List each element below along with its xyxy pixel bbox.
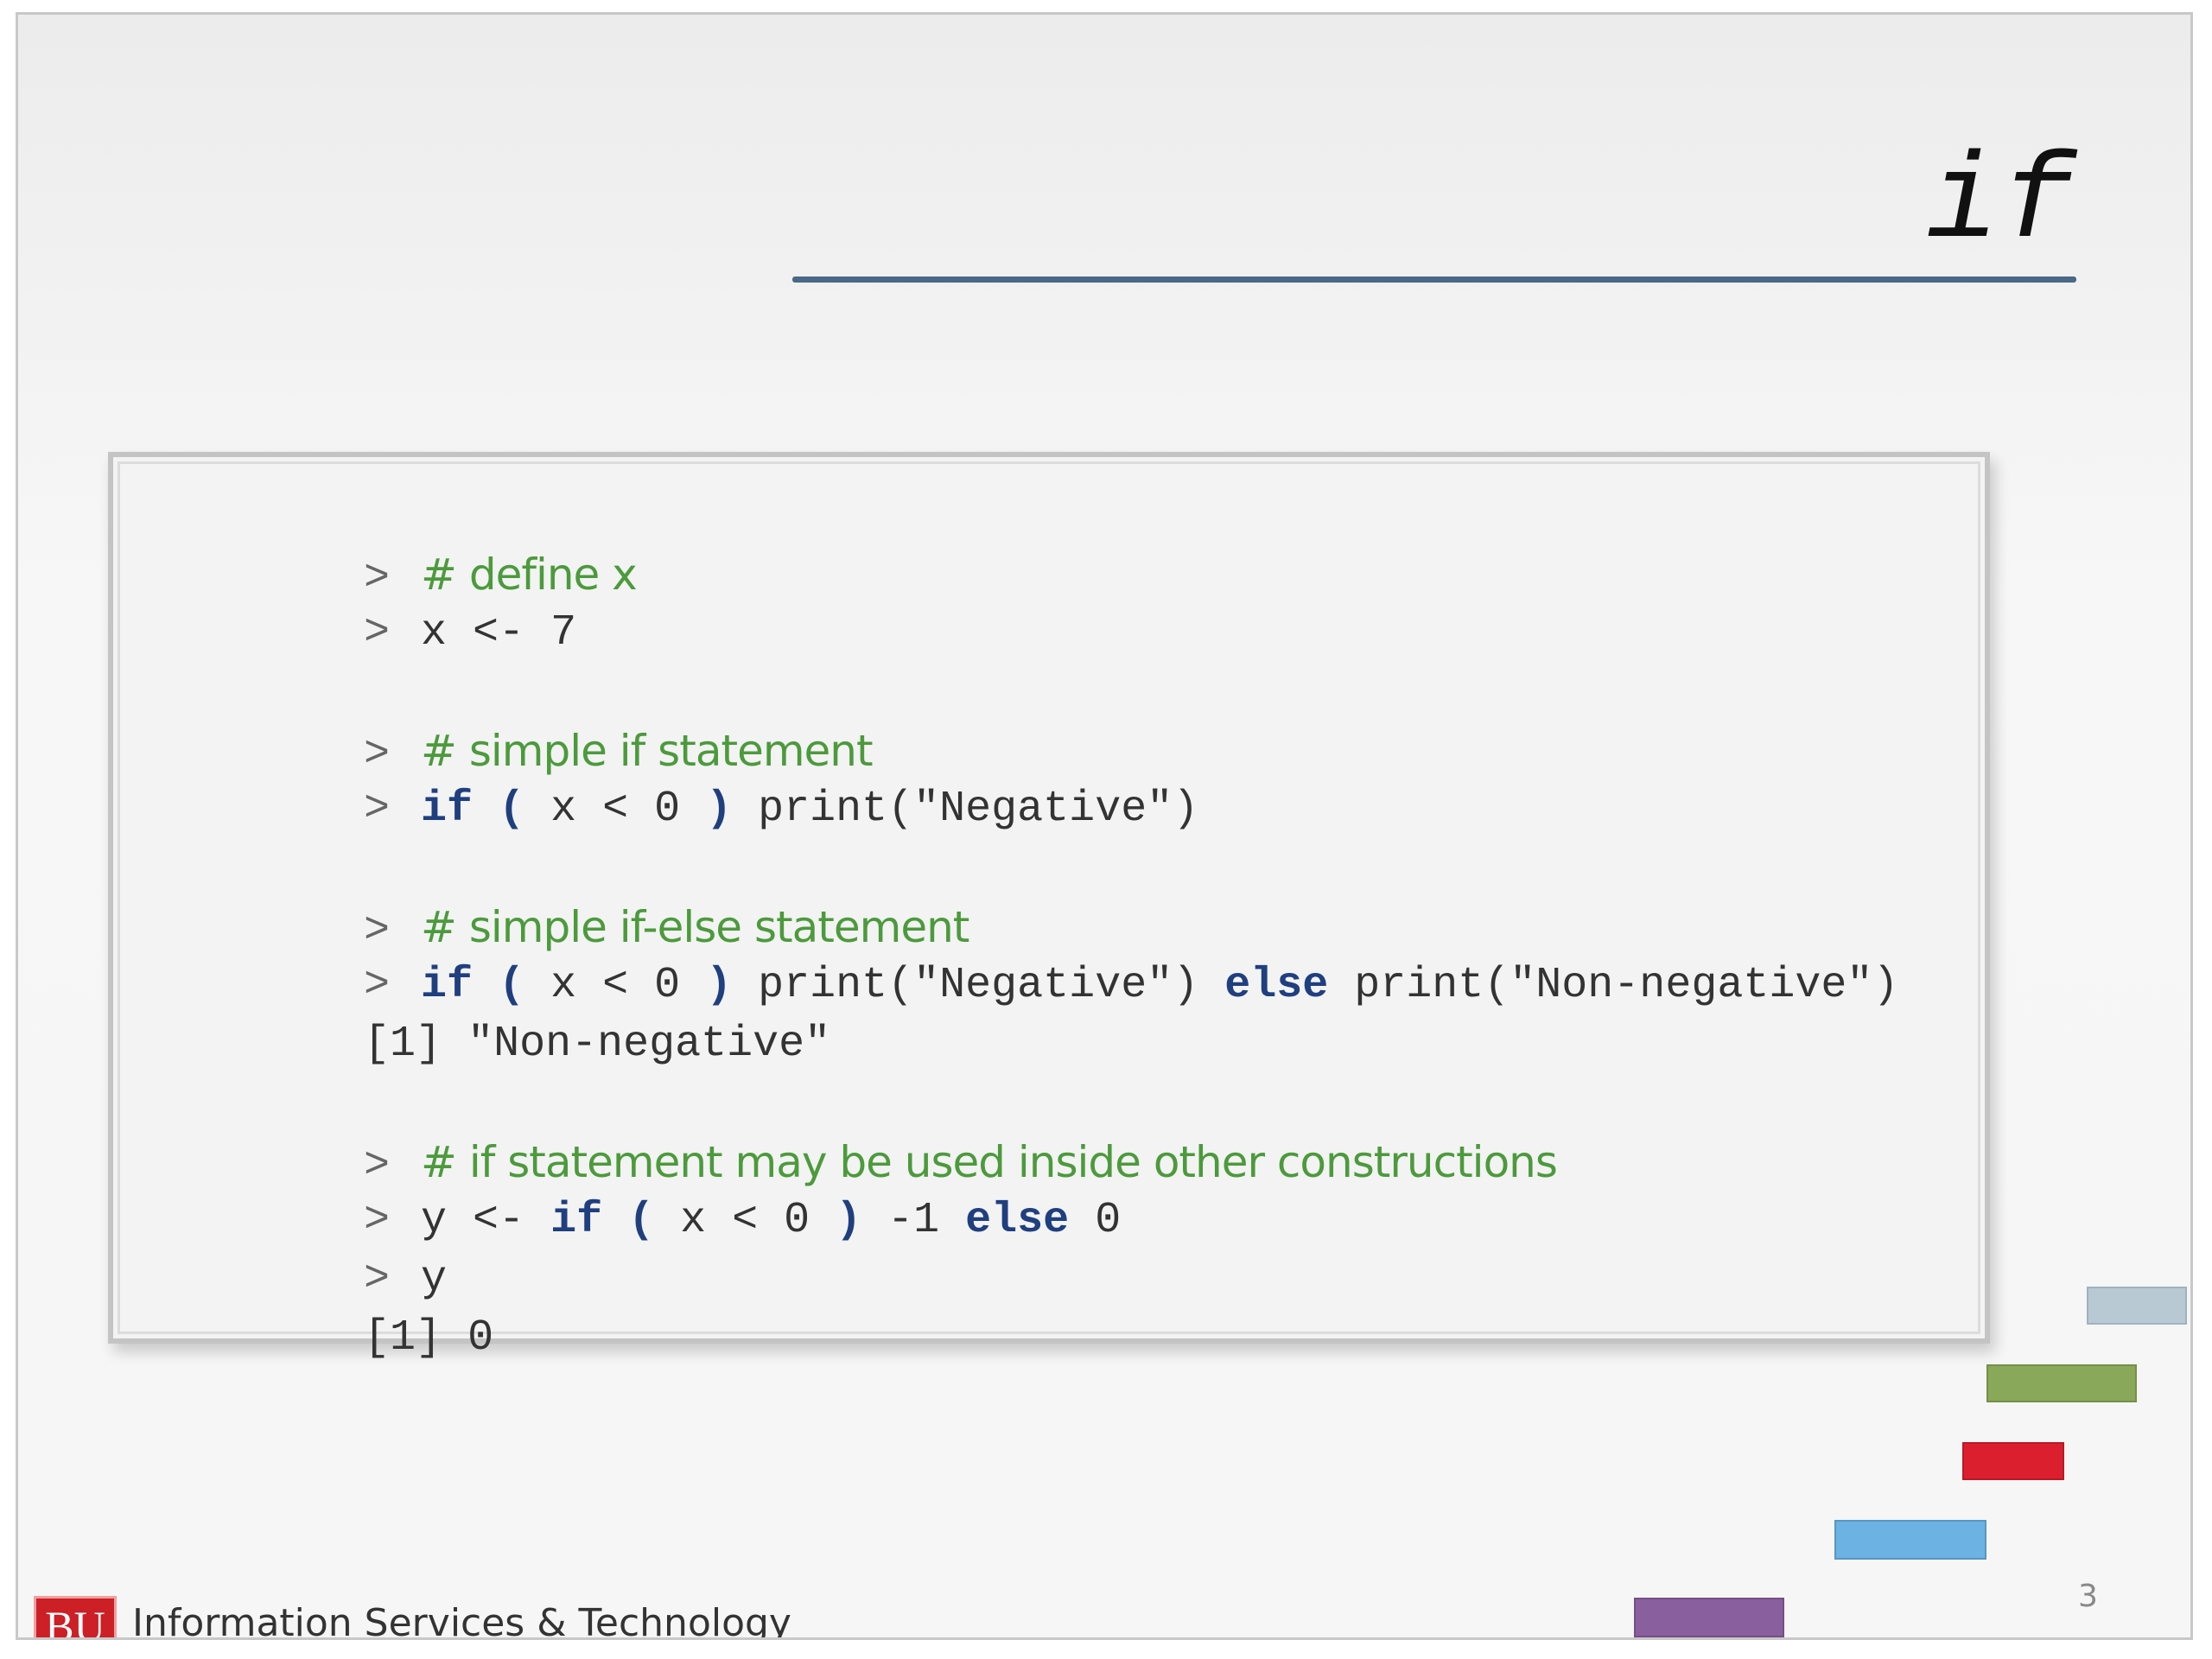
code-block: > # define x > x <- 7 > # simple if stateme… <box>108 452 1990 1363</box>
keyword-else: else <box>965 1196 1070 1245</box>
keyword-if: if <box>421 785 474 834</box>
decor-bar-gray-blue <box>2087 1287 2187 1325</box>
code-comment: # simple if-else statement <box>421 902 969 952</box>
code-comment: # simple if statement <box>421 726 874 776</box>
decor-bar-light-blue <box>1834 1520 1986 1560</box>
prompt-symbol: > <box>364 961 391 1010</box>
keyword-if: if <box>550 1196 603 1245</box>
bu-logo: BU <box>34 1596 117 1637</box>
title-underline <box>792 276 2076 283</box>
code-comment: # define x <box>421 550 638 600</box>
prompt-symbol: > <box>364 906 391 956</box>
decor-bar-purple <box>1634 1598 1784 1637</box>
code-line: > # simple if statement <box>156 663 1967 779</box>
keyword-else: else <box>1224 961 1329 1010</box>
prompt-symbol: > <box>364 554 391 603</box>
prompt-symbol: > <box>364 608 391 658</box>
slide: if > # define x > x <- 7 > # simple if stat… <box>16 12 2193 1640</box>
decor-bar-green <box>1986 1364 2137 1402</box>
prompt-symbol: > <box>364 1196 391 1245</box>
decor-bar-red <box>1962 1442 2064 1480</box>
code-line: > # if statement may be used inside other… <box>156 1074 1967 1191</box>
footer-organization: Information Services & Technology <box>132 1601 791 1640</box>
prompt-symbol: > <box>364 730 391 779</box>
prompt-symbol: > <box>364 1141 391 1191</box>
code-comment: # if statement may be used inside other … <box>421 1137 1558 1187</box>
code-line: > # define x <box>156 486 1967 603</box>
code-line: > # simple if-else statement <box>156 839 1967 956</box>
prompt-symbol: > <box>364 785 391 834</box>
code-text: x <- 7 <box>421 608 577 658</box>
keyword-if: if <box>421 961 474 1010</box>
slide-title: if <box>1925 136 2078 273</box>
page-number: 3 <box>2078 1579 2098 1614</box>
prompt-symbol: > <box>364 1255 391 1304</box>
code-lines: > # define x > x <- 7 > # simple if stateme… <box>156 486 1967 1363</box>
